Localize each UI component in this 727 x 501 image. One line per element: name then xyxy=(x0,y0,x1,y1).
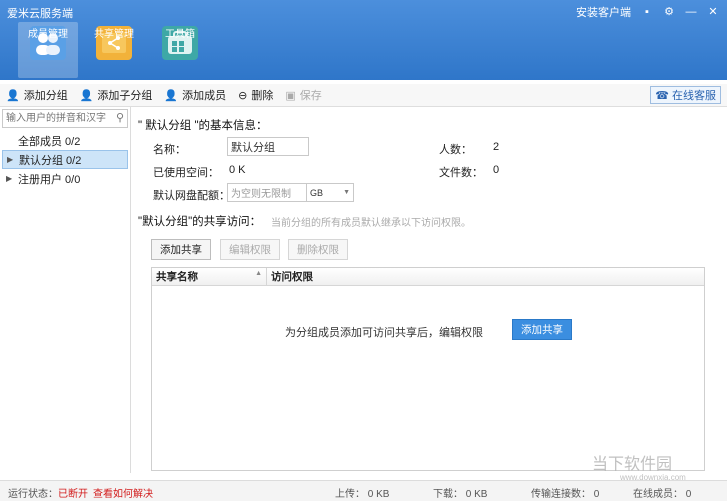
user-icon: 👤 xyxy=(6,89,20,102)
delete-button[interactable]: ⊖ 删除 xyxy=(232,84,279,106)
chevron-down-icon: ▼ xyxy=(343,189,350,196)
share-access-title: "默认分组"的共享访问： xyxy=(138,216,262,228)
how-to-fix-link[interactable]: 查看如何解决 xyxy=(93,485,153,500)
headset-icon: ☎ xyxy=(655,89,669,102)
used-space-label: 已使用空间： xyxy=(153,167,219,179)
col-access-label: 访问权限 xyxy=(271,271,313,283)
download-stat: 下载： 0 KB xyxy=(433,489,488,500)
delete-label: 删除 xyxy=(251,90,274,102)
user-add-icon: 👤 xyxy=(164,89,179,102)
people-value: 2 xyxy=(493,141,500,153)
status-bar: 运行状态： 已断开 查看如何解决 上传： 0 KB 下载： 0 KB 传输连接数… xyxy=(0,480,727,501)
add-subgroup-label: 添加子分组 xyxy=(97,90,153,102)
nav-toolbox[interactable]: 工具箱 xyxy=(150,22,210,78)
quota-unit-value: GB xyxy=(310,187,324,198)
message-icon[interactable]: ▪ xyxy=(641,6,653,18)
tree-item-label: 注册用户 0/0 xyxy=(18,173,81,186)
files-value: 0 xyxy=(493,164,500,176)
tree-item-all-members[interactable]: 全部成员 0/2 xyxy=(2,131,128,150)
tree-item-default-group[interactable]: ▶ 默认分组 0/2 xyxy=(2,150,128,169)
sort-up-icon: ▲ xyxy=(255,270,262,277)
app-title: 爱米云服务端 xyxy=(7,8,73,20)
user-icon: 👤 xyxy=(79,89,94,102)
col-access[interactable]: 访问权限 xyxy=(267,268,313,285)
run-status-value: 已断开 xyxy=(58,489,88,500)
nav-toolbox-label: 工具箱 xyxy=(165,29,195,40)
save-label: 保存 xyxy=(299,90,322,102)
quota-unit-select[interactable]: GB ▼ xyxy=(306,183,354,202)
watermark: 当下软件园 www.downxia.com xyxy=(592,450,686,482)
quota-field[interactable]: 为空则无限制 xyxy=(227,183,307,202)
left-pane: ⚲ 全部成员 0/2 ▶ 默认分组 0/2 ▶ 注册用户 0/0 xyxy=(0,107,131,473)
main-panel: " 默认分组 "的基本信息： 名称： 默认分组 已使用空间： 0 K 默认网盘配… xyxy=(131,107,727,473)
group-name-field[interactable]: 默认分组 xyxy=(227,137,309,156)
nav-share[interactable]: 共享管理 xyxy=(84,22,144,78)
minimize-icon[interactable]: — xyxy=(685,6,697,18)
basic-info-title: " 默认分组 "的基本信息： xyxy=(138,120,268,132)
nav-members-label: 成员管理 xyxy=(28,29,68,40)
table-header: 共享名称 ▲ 访问权限 xyxy=(152,268,704,286)
connections-stat: 传输连接数： 0 xyxy=(531,489,600,500)
online-service-label: 在线客服 xyxy=(672,90,716,102)
col-share-name-label: 共享名称 xyxy=(156,271,198,283)
files-label: 文件数： xyxy=(439,167,483,179)
watermark-text: 当下软件园 xyxy=(592,456,673,473)
add-subgroup-button[interactable]: 👤 添加子分组 xyxy=(74,84,159,106)
online-service-button[interactable]: ☎ 在线客服 xyxy=(650,86,721,104)
used-space-value: 0 K xyxy=(229,164,246,176)
add-member-button[interactable]: 👤 添加成员 xyxy=(158,84,232,106)
main-nav: 成员管理 共享管理 工具箱 xyxy=(18,22,210,78)
add-member-label: 添加成员 xyxy=(182,90,227,102)
people-label: 人数： xyxy=(439,144,472,156)
save-icon: ▣ xyxy=(285,89,296,102)
run-status-label: 运行状态： xyxy=(8,489,58,500)
tree-item-label: 全部成员 0/2 xyxy=(18,135,81,148)
save-button[interactable]: ▣ 保存 xyxy=(279,84,327,106)
add-group-button[interactable]: 👤 添加分组 xyxy=(0,84,74,106)
add-share-primary-button[interactable]: 添加共享 xyxy=(512,319,572,340)
minus-circle-icon: ⊖ xyxy=(238,89,248,102)
add-group-label: 添加分组 xyxy=(23,90,68,102)
install-client-link[interactable]: 安装客户端 xyxy=(576,4,631,20)
expand-arrow-icon[interactable]: ▶ xyxy=(6,174,18,183)
nav-share-label: 共享管理 xyxy=(94,29,134,40)
close-icon[interactable]: ✕ xyxy=(707,6,719,18)
title-bar: 爱米云服务端 安装客户端 ▪ ⚙ — ✕ 成员管理 共享管理 工具箱 xyxy=(0,0,727,80)
gear-icon[interactable]: ⚙ xyxy=(663,6,675,18)
name-label: 名称： xyxy=(153,144,186,156)
window-tools: 安装客户端 ▪ ⚙ — ✕ xyxy=(576,4,719,20)
search-icon[interactable]: ⚲ xyxy=(116,111,124,124)
tree-item-label: 默认分组 0/2 xyxy=(19,154,82,167)
nav-members[interactable]: 成员管理 xyxy=(18,22,78,78)
delete-permission-button[interactable]: 删除权限 xyxy=(288,239,348,260)
tree-item-registered-users[interactable]: ▶ 注册用户 0/0 xyxy=(2,169,128,188)
empty-message: 为分组成员添加可访问共享后，编辑权限 xyxy=(285,327,483,339)
expand-arrow-icon[interactable]: ▶ xyxy=(7,155,19,164)
online-members-stat: 在线成员： 0 xyxy=(633,489,692,500)
search-input[interactable] xyxy=(3,111,113,126)
search-box: ⚲ xyxy=(2,109,128,128)
quota-label: 默认网盘配额： xyxy=(153,190,230,202)
share-hint: 当前分组的所有成员默认继承以下访问权限。 xyxy=(271,218,471,229)
edit-permission-button[interactable]: 编辑权限 xyxy=(220,239,280,260)
group-tree: 全部成员 0/2 ▶ 默认分组 0/2 ▶ 注册用户 0/0 xyxy=(2,131,128,188)
col-share-name[interactable]: 共享名称 ▲ xyxy=(152,268,267,285)
upload-stat: 上传： 0 KB xyxy=(335,489,390,500)
share-table: 共享名称 ▲ 访问权限 为分组成员添加可访问共享后，编辑权限 添加共享 xyxy=(151,267,705,471)
add-share-button[interactable]: 添加共享 xyxy=(151,239,211,260)
toolbar: 👤 添加分组 👤 添加子分组 👤 添加成员 ⊖ 删除 ▣ 保存 ☎ 在线客服 xyxy=(0,84,727,107)
